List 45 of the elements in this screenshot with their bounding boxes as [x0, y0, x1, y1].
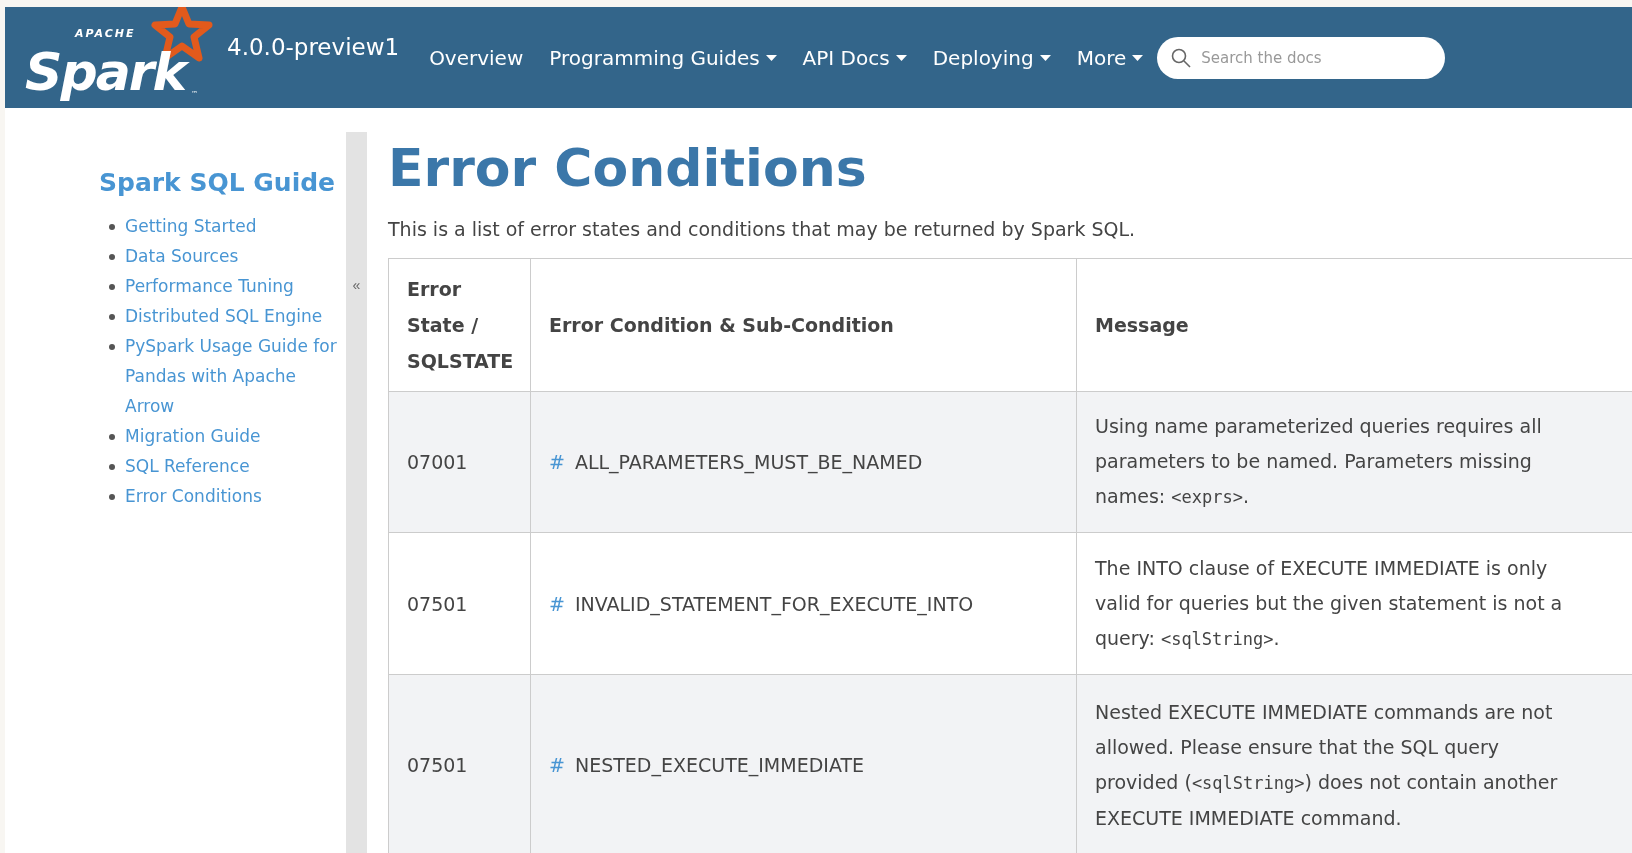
sidebar-link[interactable]: PySpark Usage Guide for Pandas with Apache Arrow [125, 331, 349, 421]
sidebar-link[interactable]: SQL Reference [125, 451, 250, 481]
sidebar-link[interactable]: Data Sources [125, 241, 239, 271]
message-text: Nested EXECUTE IMMEDIATE commands are not allowed. Please ensure that the SQL query provided (<sqlString>) does not contain another EXECUTE IMMEDIATE command. [1095, 699, 1559, 831]
nav-link[interactable]: Overview [429, 45, 524, 70]
nav-link[interactable]: Programming Guides [549, 45, 777, 70]
nav-link[interactable]: Deploying [932, 45, 1051, 70]
page-title: Error Conditions [388, 138, 868, 198]
search-icon [1171, 47, 1192, 68]
logo-wordmark[interactable]: Spark [25, 41, 193, 104]
bullet-icon [109, 464, 115, 470]
collapse-button[interactable]: « [352, 276, 361, 294]
version-label: 4.0.0-preview1 [227, 33, 400, 60]
sidebar-link[interactable]: Migration Guide [125, 421, 261, 451]
bullet-icon [109, 254, 115, 260]
table-cell: 07501 [407, 754, 468, 776]
sidebar-link[interactable]: Error Conditions [125, 481, 262, 511]
table-cell: NESTED_EXECUTE_IMMEDIATE [574, 754, 864, 776]
bullet-icon [109, 224, 115, 230]
message-text: Using name parameterized queries requires all parameters to be named. Parameters missing names: <exprs>. [1095, 414, 1543, 509]
sidebar-title: Spark SQL Guide [99, 168, 337, 197]
logo-text: APACHE [75, 28, 136, 40]
message-text: The INTO clause of EXECUTE IMMEDIATE is only valid for queries but the given statement is not a query: <sqlString>. [1095, 555, 1564, 651]
bullet-icon [109, 494, 115, 500]
sidebar-link[interactable]: Getting Started [125, 211, 257, 241]
bullet-icon [109, 284, 115, 290]
table-cell: 07001 [407, 451, 468, 473]
column-header: Message [1076, 258, 1632, 392]
anchor-link[interactable]: # [549, 592, 565, 615]
bullet-icon [109, 434, 115, 440]
bullet-icon [109, 314, 115, 320]
table-cell: INVALID_STATEMENT_FOR_EXECUTE_INTO [574, 592, 974, 615]
column-header: Error State / SQLSTATE [388, 258, 531, 392]
sidebar-link[interactable]: Distributed SQL Engine [125, 301, 323, 331]
bullet-icon [109, 344, 115, 350]
nav-link[interactable]: API Docs [802, 45, 907, 70]
anchor-link[interactable]: # [549, 451, 565, 473]
sidebar-link[interactable]: Performance Tuning [125, 271, 294, 301]
column-header: Error Condition & Sub-Condition [530, 258, 1077, 392]
nav-link[interactable]: More [1076, 45, 1144, 70]
table-cell: ALL_PARAMETERS_MUST_BE_NAMED [574, 451, 923, 473]
intro-text: This is a list of error states and conditions that may be returned by Spark SQL. [388, 218, 1137, 240]
table-cell: 07501 [407, 592, 468, 615]
anchor-link[interactable]: # [549, 754, 565, 776]
search-field[interactable]: Search the docs [1157, 36, 1446, 79]
